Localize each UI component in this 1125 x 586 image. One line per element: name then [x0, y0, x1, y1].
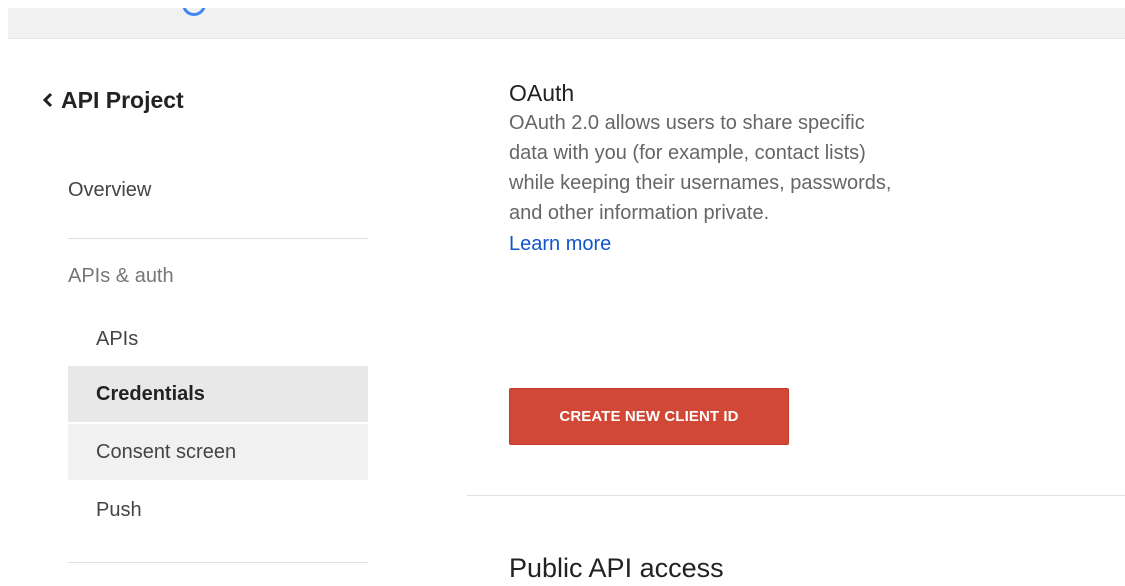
sidebar-item-consent-screen[interactable]: Consent screen — [68, 424, 368, 480]
oauth-description: OAuth 2.0 allows users to share specific… — [509, 112, 892, 224]
google-logo-icon[interactable] — [182, 8, 206, 16]
sidebar-item-overview[interactable]: Overview — [68, 162, 368, 218]
sidebar-item-push[interactable]: Push — [68, 482, 368, 538]
public-api-access-title: Public API access — [509, 553, 724, 583]
oauth-section: OAuth OAuth 2.0 allows users to share sp… — [509, 78, 899, 258]
create-new-client-id-button[interactable]: CREATE NEW CLIENT ID — [509, 388, 789, 445]
sidebar-item-apis[interactable]: APIs — [68, 311, 368, 367]
sidebar-divider — [68, 562, 368, 563]
project-back-link[interactable]: API Project — [40, 86, 184, 114]
content-divider — [467, 495, 1125, 496]
oauth-title: OAuth — [509, 80, 575, 106]
sidebar-item-credentials[interactable]: Credentials — [68, 366, 368, 422]
sidebar-section-apis-auth[interactable]: APIs & auth — [68, 258, 174, 294]
learn-more-link[interactable]: Learn more — [509, 230, 899, 258]
project-title: API Project — [61, 87, 184, 113]
chevron-left-icon — [42, 92, 53, 108]
sidebar-divider — [68, 238, 368, 239]
top-bar — [8, 8, 1125, 39]
